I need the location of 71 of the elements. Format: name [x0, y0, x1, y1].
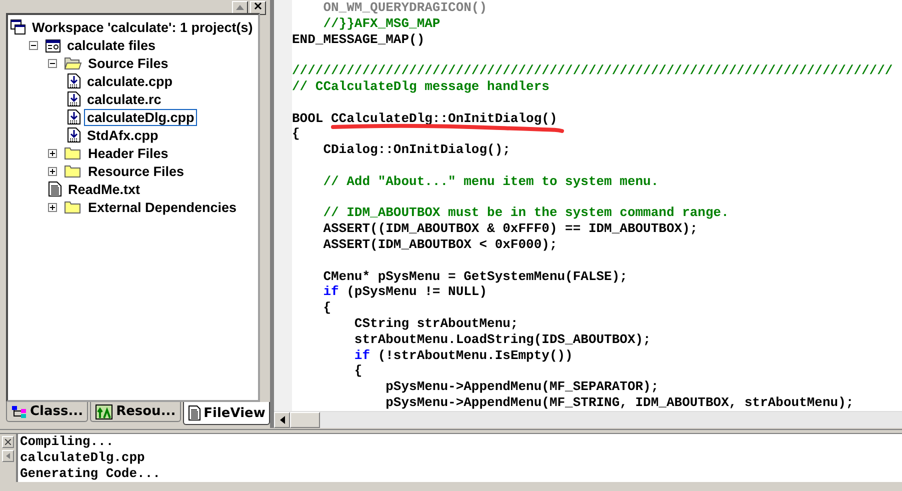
code-text: CString strAboutMenu; [353, 316, 518, 331]
source-file-icon [67, 91, 81, 107]
code-text: { [292, 126, 300, 142]
code-text: ///////////////////////////////////////////////////////////////////////////// [292, 63, 893, 78]
source-file-icon [67, 127, 81, 143]
plus-icon [49, 168, 56, 174]
left-arrow-icon [6, 453, 10, 459]
project-icon [45, 37, 61, 53]
tree-item[interactable]: ReadMe.txt [65, 180, 144, 198]
tree-item[interactable]: StdAfx.cpp [84, 126, 162, 144]
tree-item[interactable]: calculate.cpp [84, 72, 176, 90]
expand-toggle[interactable] [48, 202, 57, 212]
code-text: CDialog::OnInitDialog(); [322, 142, 510, 158]
code-text: ASSERT(IDM_ABOUTBOX < 0xF000); [322, 236, 558, 252]
tree-item[interactable]: Source Files [85, 54, 172, 72]
source-file-icon [67, 109, 81, 125]
tree-item[interactable]: Header Files [85, 144, 172, 162]
code-text: BOOL CCalculateDlg::OnInitDialog() [292, 110, 558, 126]
tree-item[interactable]: External Dependencies [85, 198, 240, 216]
code-text: ON_WM_QUERYDRAGICON() [322, 0, 488, 15]
folder-icon [64, 145, 82, 161]
code-text: { [322, 300, 332, 316]
folder-icon [64, 199, 82, 215]
code-editor[interactable] [292, 0, 893, 411]
code-text: (pSysMenu != NULL) [346, 284, 488, 300]
code-text: if [322, 284, 339, 300]
code-text: // CCalculateDlg message handlers [292, 78, 550, 94]
collapse-toggle[interactable] [48, 58, 57, 68]
folder-icon [64, 163, 82, 179]
plus-icon [49, 150, 56, 156]
expand-toggle[interactable] [48, 166, 57, 176]
workspace-icon [10, 19, 26, 35]
left-arrow-icon [280, 416, 284, 424]
output-line: Generating Code... [20, 466, 162, 482]
panel-tab[interactable]: Resou... [90, 402, 181, 422]
resource-icon [95, 404, 114, 420]
close-icon [5, 439, 11, 445]
tree-item[interactable]: Resource Files [85, 162, 188, 180]
scroll-left-button[interactable] [274, 412, 290, 428]
tree-item[interactable]: calculate.rc [84, 90, 164, 108]
code-text: pSysMenu->AppendMenu(MF_STRING, IDM_ABOUTBOX, strAboutMenu); [384, 394, 854, 410]
code-text: strAboutMenu.LoadString(IDS_ABOUTBOX); [353, 332, 651, 347]
panel-tab[interactable]: Class... [6, 402, 88, 422]
file-icon [188, 405, 201, 421]
code-text: // IDM_ABOUTBOX must be in the system command range. [322, 205, 729, 220]
code-text: //}}AFX_MSG_MAP [322, 16, 440, 31]
tree-item[interactable]: Workspace 'calculate': 1 project(s) [29, 18, 256, 36]
code-text: CMenu* pSysMenu = GetSystemMenu(FALSE); [322, 268, 628, 284]
text-file-icon [48, 181, 62, 197]
code-text: END_MESSAGE_MAP() [292, 32, 425, 47]
code-text: { [353, 363, 362, 378]
source-file-icon [67, 73, 81, 89]
close-button[interactable] [2, 436, 14, 448]
code-text: ASSERT((IDM_ABOUTBOX & 0xFFF0) == IDM_ABOUTBOX); [322, 221, 698, 236]
expand-toggle[interactable] [48, 148, 57, 158]
folder-icon [64, 55, 82, 71]
panel-tab[interactable]: FileView [182, 402, 270, 425]
up-arrow-icon [236, 4, 244, 10]
scrollbar-thumb[interactable] [290, 412, 320, 428]
code-text: // Add "About..." menu item to system menu. [322, 174, 659, 189]
collapse-toggle[interactable] [29, 40, 38, 50]
code-text: (!strAboutMenu.IsEmpty()) [376, 348, 573, 363]
code-text: if [353, 348, 370, 363]
close-icon [254, 2, 262, 10]
tree-item[interactable]: calculateDlg.cpp [84, 108, 198, 126]
output-line: Compiling... [20, 434, 115, 450]
output-line: calculateDlg.cpp [20, 450, 146, 466]
class-tree-icon [11, 404, 27, 418]
tree-item[interactable]: calculate files [64, 36, 159, 54]
code-text: pSysMenu->AppendMenu(MF_SEPARATOR); [384, 379, 659, 394]
plus-icon [49, 204, 56, 210]
